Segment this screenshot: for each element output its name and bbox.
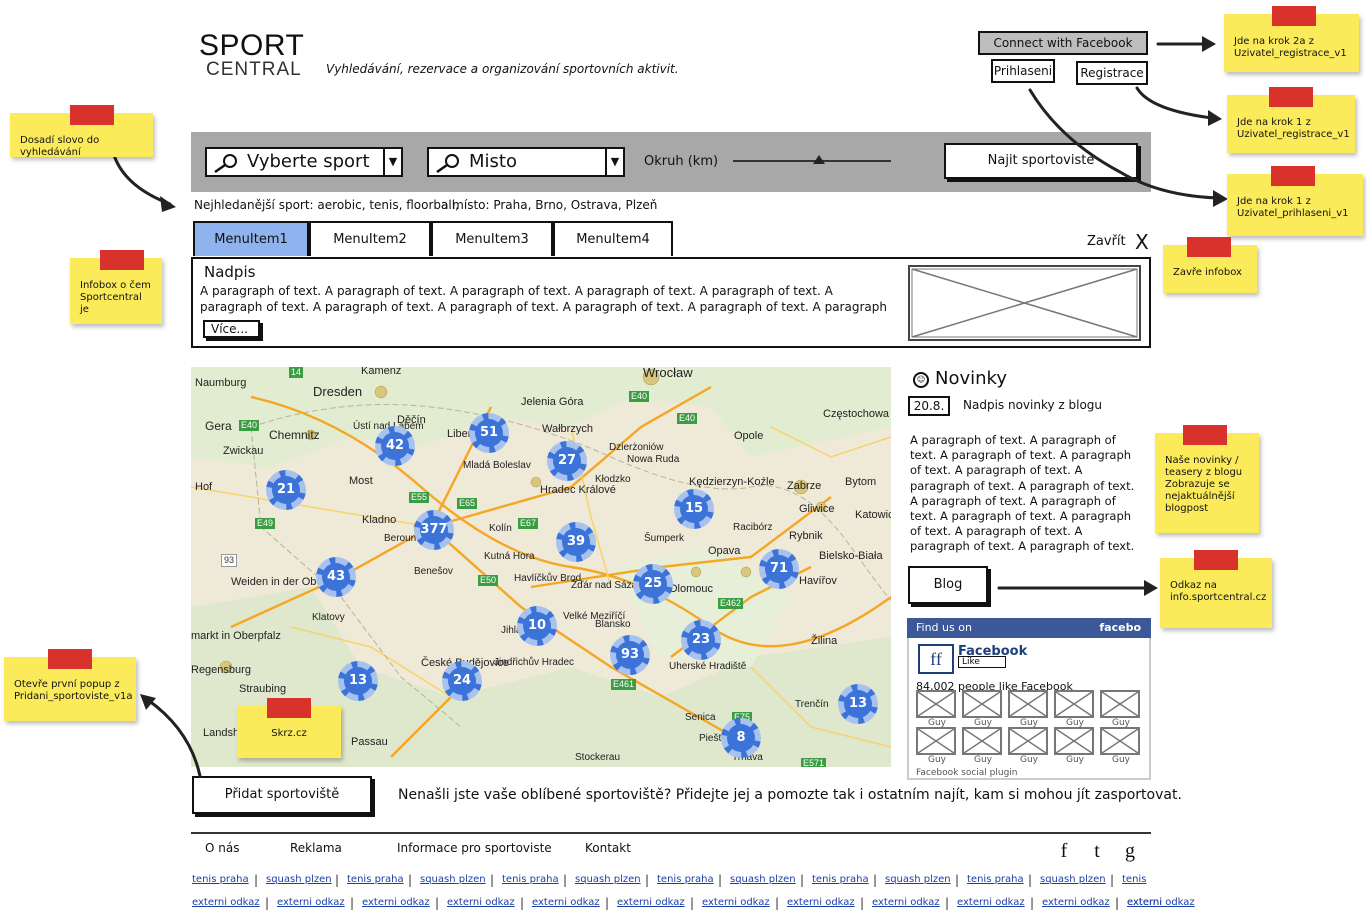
note-tape (267, 698, 311, 718)
note-tape (48, 649, 92, 669)
note-tape (1194, 550, 1238, 570)
note-tape (1183, 425, 1227, 445)
note-text: Dosadí slovo do vyhledávání (20, 135, 100, 158)
arrow (1135, 86, 1214, 120)
note-tape (100, 250, 144, 270)
sticky-note-login-step: Jde na krok 1 z Uzivatel_prihlaseni_v1 (1227, 166, 1363, 236)
arrow (1028, 88, 1220, 200)
sticky-note-close: Zavře infobox (1163, 237, 1257, 293)
sticky-note-news: Naše novinky / teasery z blogu Zobrazuje… (1155, 425, 1259, 533)
note-text: Odkaz na info.sportcentral.cz (1170, 580, 1267, 603)
sticky-note-fb-step: Jde na krok 2a z Uzivatel_registrace_v1 (1224, 6, 1359, 72)
note-text: Skrz.cz (271, 728, 307, 739)
note-text: Jde na krok 1 z Uzivatel_registrace_v1 (1237, 117, 1350, 140)
note-tape (1269, 87, 1313, 107)
arrow (146, 698, 202, 778)
sticky-note-register-step: Jde na krok 1 z Uzivatel_registrace_v1 (1227, 87, 1355, 153)
note-text: Infobox o čem Sportcentral je (80, 280, 151, 315)
note-text: Zavře infobox (1173, 267, 1242, 278)
note-tape (1272, 6, 1316, 26)
sticky-note-infobox: Infobox o čem Sportcentral je (70, 250, 162, 324)
note-tape (70, 105, 114, 125)
sticky-note-skrz: Skrz.cz (237, 698, 341, 758)
note-text: Jde na krok 2a z Uzivatel_registrace_v1 (1234, 36, 1347, 59)
sticky-note-add-popup: Otevře první popup z Pridani_sportoviste… (4, 649, 136, 721)
note-text: Jde na krok 1 z Uzivatel_prihlaseni_v1 (1237, 196, 1349, 219)
note-tape (1187, 237, 1231, 257)
sticky-note-blog: Odkaz na info.sportcentral.cz (1160, 550, 1272, 628)
note-text: Naše novinky / teasery z blogu Zobrazuje… (1165, 455, 1243, 514)
sticky-note-search: Dosadí slovo do vyhledávání (10, 105, 153, 158)
note-text: Otevře první popup z Pridani_sportoviste… (14, 679, 133, 702)
note-tape (1271, 166, 1315, 186)
